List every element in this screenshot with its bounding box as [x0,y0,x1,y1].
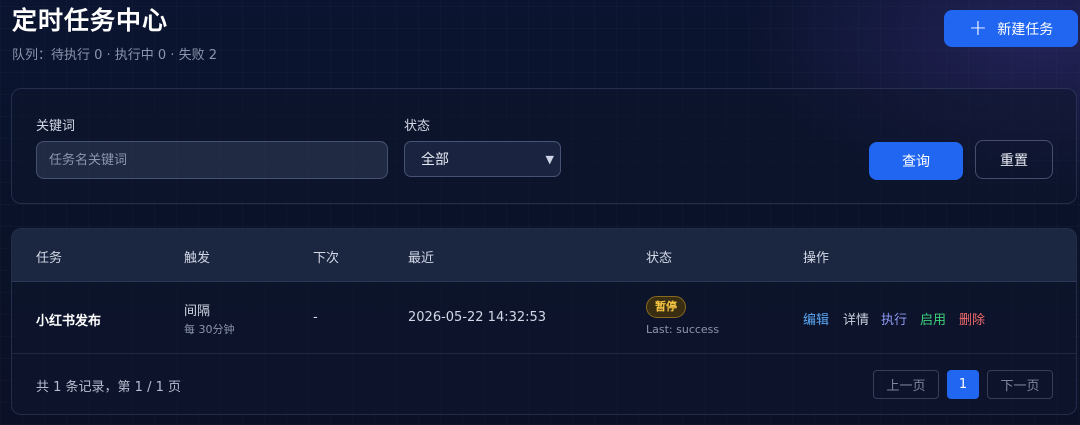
status-select[interactable]: 全部 ▼ [404,141,561,177]
col-trigger: 触发 [184,251,211,266]
page-number-button[interactable]: 1 [947,370,979,399]
table-row: 小红书发布 间隔 每 30分钟 - 2026-05-22 14:32:53 暂停… [12,282,1076,354]
new-task-label: 新建任务 [997,21,1054,38]
detail-link[interactable]: 详情 [843,309,869,328]
col-task: 任务 [36,251,63,266]
task-table: 任务 触发 下次 最近 状态 操作 小红书发布 间隔 每 30分钟 - 2026… [11,228,1077,415]
query-button[interactable]: 查询 [869,142,963,180]
trigger-detail: 每 30分钟 [184,323,235,336]
col-next: 下次 [313,251,340,266]
col-status: 状态 [646,251,673,266]
last-run: 2026-05-22 14:32:53 [408,310,547,325]
status-label: 状态 [404,119,431,134]
next-page-button[interactable]: 下一页 [987,370,1053,399]
prev-page-button[interactable]: 上一页 [873,370,939,399]
task-name: 小红书发布 [36,314,102,329]
col-last: 最近 [408,251,435,266]
run-link[interactable]: 执行 [881,309,907,328]
status-badge: 暂停 [646,296,686,318]
status-selected-value: 全部 [421,152,449,168]
delete-link[interactable]: 删除 [959,309,985,328]
filter-panel: 关键词 状态 全部 ▼ 查询 重置 [11,88,1077,204]
queue-status: 队列：待执行 0 · 执行中 0 · 失败 2 [12,48,218,63]
page-title: 定时任务中心 [12,6,169,35]
chevron-down-icon: ▼ [545,152,554,166]
reset-button[interactable]: 重置 [975,140,1053,179]
new-task-button[interactable]: + 新建任务 [944,10,1078,47]
enable-link[interactable]: 启用 [920,309,946,328]
trigger-type: 间隔 [184,304,211,319]
plus-icon: + [968,15,988,41]
col-actions: 操作 [803,251,830,266]
page-header: 定时任务中心 队列：待执行 0 · 执行中 0 · 失败 2 [12,4,1080,74]
status-detail: Last: success [646,323,720,336]
table-header: 任务 触发 下次 最近 状态 操作 [12,229,1076,282]
keyword-label: 关键词 [36,119,76,134]
keyword-input[interactable] [36,141,388,179]
next-run: - [313,310,318,325]
edit-link[interactable]: 编辑 [803,309,829,328]
pagination-summary: 共 1 条记录，第 1 / 1 页 [36,380,181,395]
